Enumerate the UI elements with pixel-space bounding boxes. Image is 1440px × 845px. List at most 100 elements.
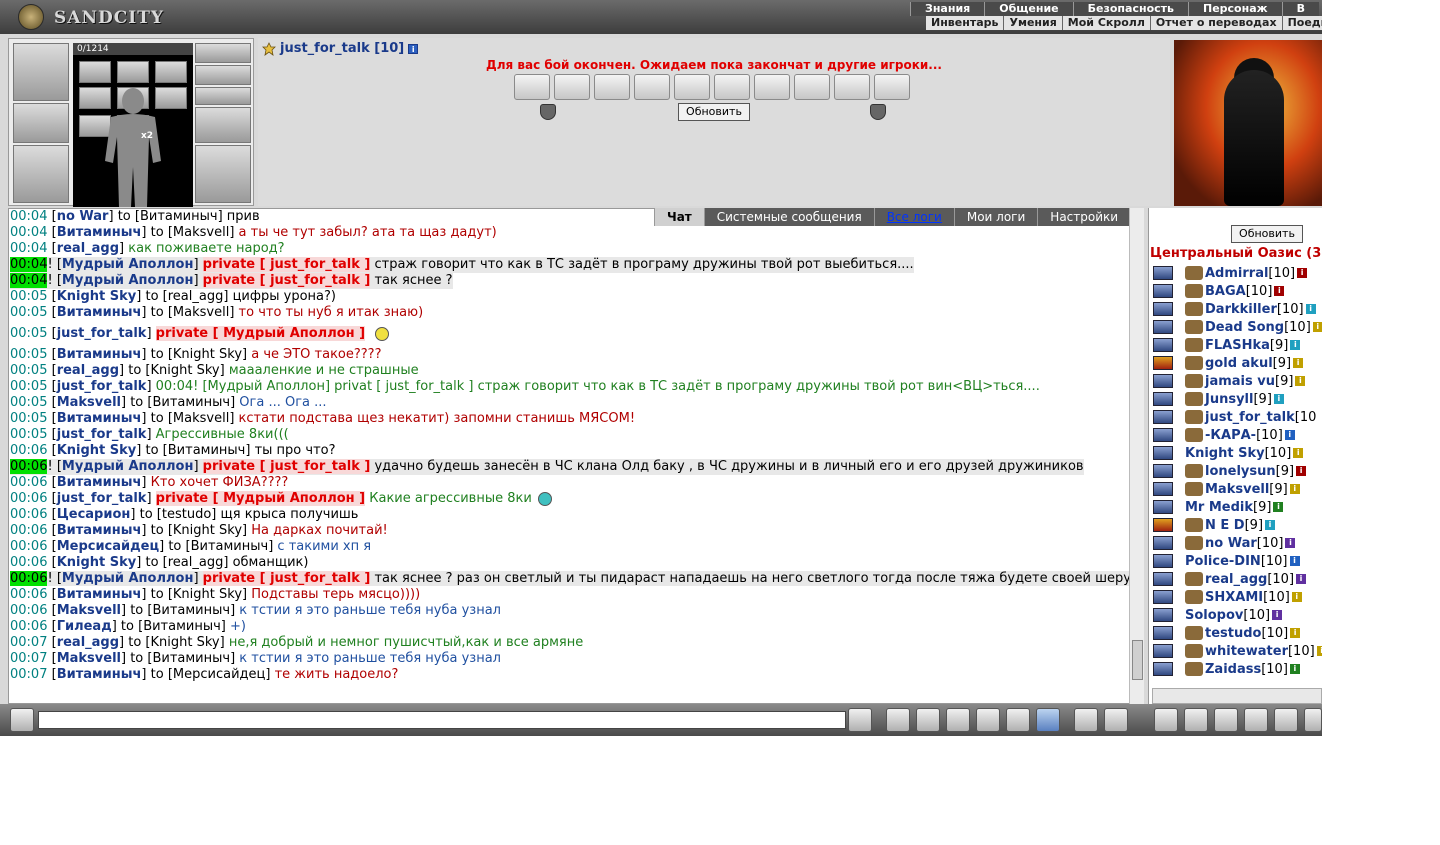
player-info-icon[interactable]: i [1291, 592, 1302, 602]
private-message-icon[interactable] [1153, 338, 1173, 352]
private-recipient[interactable]: private [ just_for_talk ] [202, 273, 371, 288]
player-info-icon[interactable]: i [1293, 448, 1304, 458]
player-name[interactable]: Solopov [1185, 608, 1243, 623]
message-recipient[interactable]: Витаминыч [152, 651, 230, 666]
gloves-slot[interactable] [195, 107, 251, 143]
player-name[interactable]: SHXAMI [1205, 590, 1263, 605]
player-row[interactable]: gold akul [9] i [1149, 354, 1322, 372]
player-info-icon[interactable]: i [1293, 358, 1304, 368]
message-recipient[interactable]: Knight Sky [151, 635, 220, 650]
sound-toggle-icon[interactable] [1036, 708, 1060, 732]
message-author[interactable]: no War [57, 209, 109, 224]
sub-menu-item[interactable]: Инвентарь [926, 16, 1005, 30]
player-name[interactable]: lonelysun [1205, 464, 1276, 479]
castle-icon[interactable] [1244, 708, 1268, 732]
online-horizontal-scrollbar[interactable] [1152, 688, 1322, 704]
spell-scroll-slot[interactable] [594, 74, 630, 100]
message-recipient[interactable]: Витаминыч [168, 443, 246, 458]
private-recipient[interactable]: private [ just_for_talk ] [202, 459, 371, 474]
player-name[interactable]: no War [1205, 536, 1257, 551]
spell-scroll-slot[interactable] [674, 74, 710, 100]
message-recipient[interactable]: Knight Sky [173, 347, 242, 362]
message-author[interactable]: Витаминыч [57, 523, 142, 538]
private-message-icon[interactable] [1153, 284, 1173, 298]
player-row[interactable]: N E D [9] i [1149, 516, 1322, 534]
message-recipient[interactable]: real_agg [168, 289, 224, 304]
player-name[interactable]: jamais vu [1205, 374, 1275, 389]
player-row[interactable]: lonelysun [9] i [1149, 462, 1322, 480]
private-message-icon[interactable] [1153, 626, 1173, 640]
private-message-icon[interactable] [1153, 572, 1173, 586]
player-info-icon[interactable]: i [1272, 610, 1283, 620]
chat-mode-icon[interactable] [10, 708, 34, 732]
message-author[interactable]: Витаминыч [57, 475, 142, 490]
private-message-icon[interactable] [1153, 392, 1173, 406]
message-author[interactable]: Knight Sky [57, 443, 137, 458]
private-message-icon[interactable] [1153, 644, 1173, 658]
player-info-icon[interactable]: i [1284, 430, 1295, 440]
amulet-slot[interactable] [195, 43, 251, 63]
player-name[interactable]: testudo [1205, 626, 1261, 641]
top-menu-item[interactable]: Безопасность [1072, 2, 1188, 16]
spell-scroll-slot[interactable] [834, 74, 870, 100]
message-recipient[interactable]: Витаминыч [191, 539, 269, 554]
player-row[interactable]: Police-DIN [10] i [1149, 552, 1322, 570]
top-menu-item[interactable]: Общение [984, 2, 1073, 16]
sub-menu-item[interactable]: Мой Скролл [1063, 16, 1151, 30]
message-recipient[interactable]: Витаминыч [152, 603, 230, 618]
player-name[interactable]: Zaidass [1205, 662, 1261, 677]
player-name[interactable]: just_for_talk [10] [280, 41, 404, 56]
private-message-icon[interactable] [1153, 320, 1173, 334]
sub-menu-item[interactable]: Поедин [1283, 16, 1322, 30]
player-name[interactable]: Maksvell [1205, 482, 1269, 497]
message-recipient[interactable]: Maksvell [173, 305, 229, 320]
message-recipient[interactable]: testudo [162, 507, 211, 522]
message-author[interactable]: Витаминыч [57, 667, 142, 682]
message-author[interactable]: Maksvell [57, 651, 121, 666]
spell-scroll-slot[interactable] [514, 74, 550, 100]
settings-icon[interactable] [1104, 708, 1128, 732]
player-row[interactable]: jamais vu [9] i [1149, 372, 1322, 390]
player-info-icon[interactable]: i [1297, 268, 1308, 278]
private-recipient[interactable]: private [ Мудрый Аполлон ] [155, 491, 366, 506]
player-info-icon[interactable]: i [1273, 502, 1284, 512]
weapon-left-slot[interactable] [13, 145, 69, 203]
message-author[interactable]: Maksvell [57, 395, 121, 410]
message-author[interactable]: Knight Sky [57, 289, 137, 304]
player-info-icon[interactable]: i [1290, 340, 1301, 350]
chat-input[interactable] [38, 711, 846, 729]
flag-icon[interactable] [1274, 708, 1298, 732]
player-info-icon[interactable]: i [1285, 538, 1296, 548]
logo[interactable]: SANDCITY [14, 2, 163, 32]
player-name[interactable]: Darkkiller [1205, 302, 1277, 317]
private-message-icon[interactable] [1153, 482, 1173, 496]
chat-tab[interactable]: Все логи [873, 208, 954, 226]
sub-menu-item[interactable]: Отчет о переводах [1151, 16, 1283, 30]
private-message-icon[interactable] [1153, 590, 1173, 604]
message-recipient[interactable]: Витаминыч [152, 395, 230, 410]
player-name[interactable]: Knight Sky [1185, 446, 1265, 461]
bag-icon[interactable] [1154, 708, 1178, 732]
private-message-icon[interactable] [1153, 608, 1173, 622]
player-info-icon[interactable]: i [1305, 304, 1316, 314]
player-name[interactable]: real_agg [1205, 572, 1267, 587]
private-message-icon[interactable] [1153, 464, 1173, 478]
spell-scroll-slot[interactable] [714, 74, 750, 100]
chat-scrollbar-thumb[interactable] [1132, 640, 1143, 680]
message-author[interactable]: Мудрый Аполлон [62, 571, 194, 586]
private-message-icon[interactable] [1153, 428, 1173, 442]
message-recipient[interactable]: Мерсисайдец [173, 667, 265, 682]
message-recipient[interactable]: Knight Sky [173, 523, 242, 538]
private-message-icon[interactable] [1153, 302, 1173, 316]
message-recipient[interactable]: Maksvell [173, 225, 229, 240]
message-author[interactable]: just_for_talk [57, 379, 147, 394]
message-author[interactable]: Витаминыч [57, 225, 142, 240]
message-author[interactable]: Мудрый Аполлон [62, 273, 194, 288]
message-author[interactable]: Витаминыч [57, 411, 142, 426]
player-row[interactable]: Darkkiller [10] i [1149, 300, 1322, 318]
spell-scroll-slot[interactable] [874, 74, 910, 100]
translit-icon[interactable] [1006, 708, 1030, 732]
chat-tab[interactable]: Настройки [1037, 208, 1131, 226]
message-recipient[interactable]: Витаминыч [143, 619, 221, 634]
player-name[interactable]: Mr Medik [1185, 500, 1253, 515]
